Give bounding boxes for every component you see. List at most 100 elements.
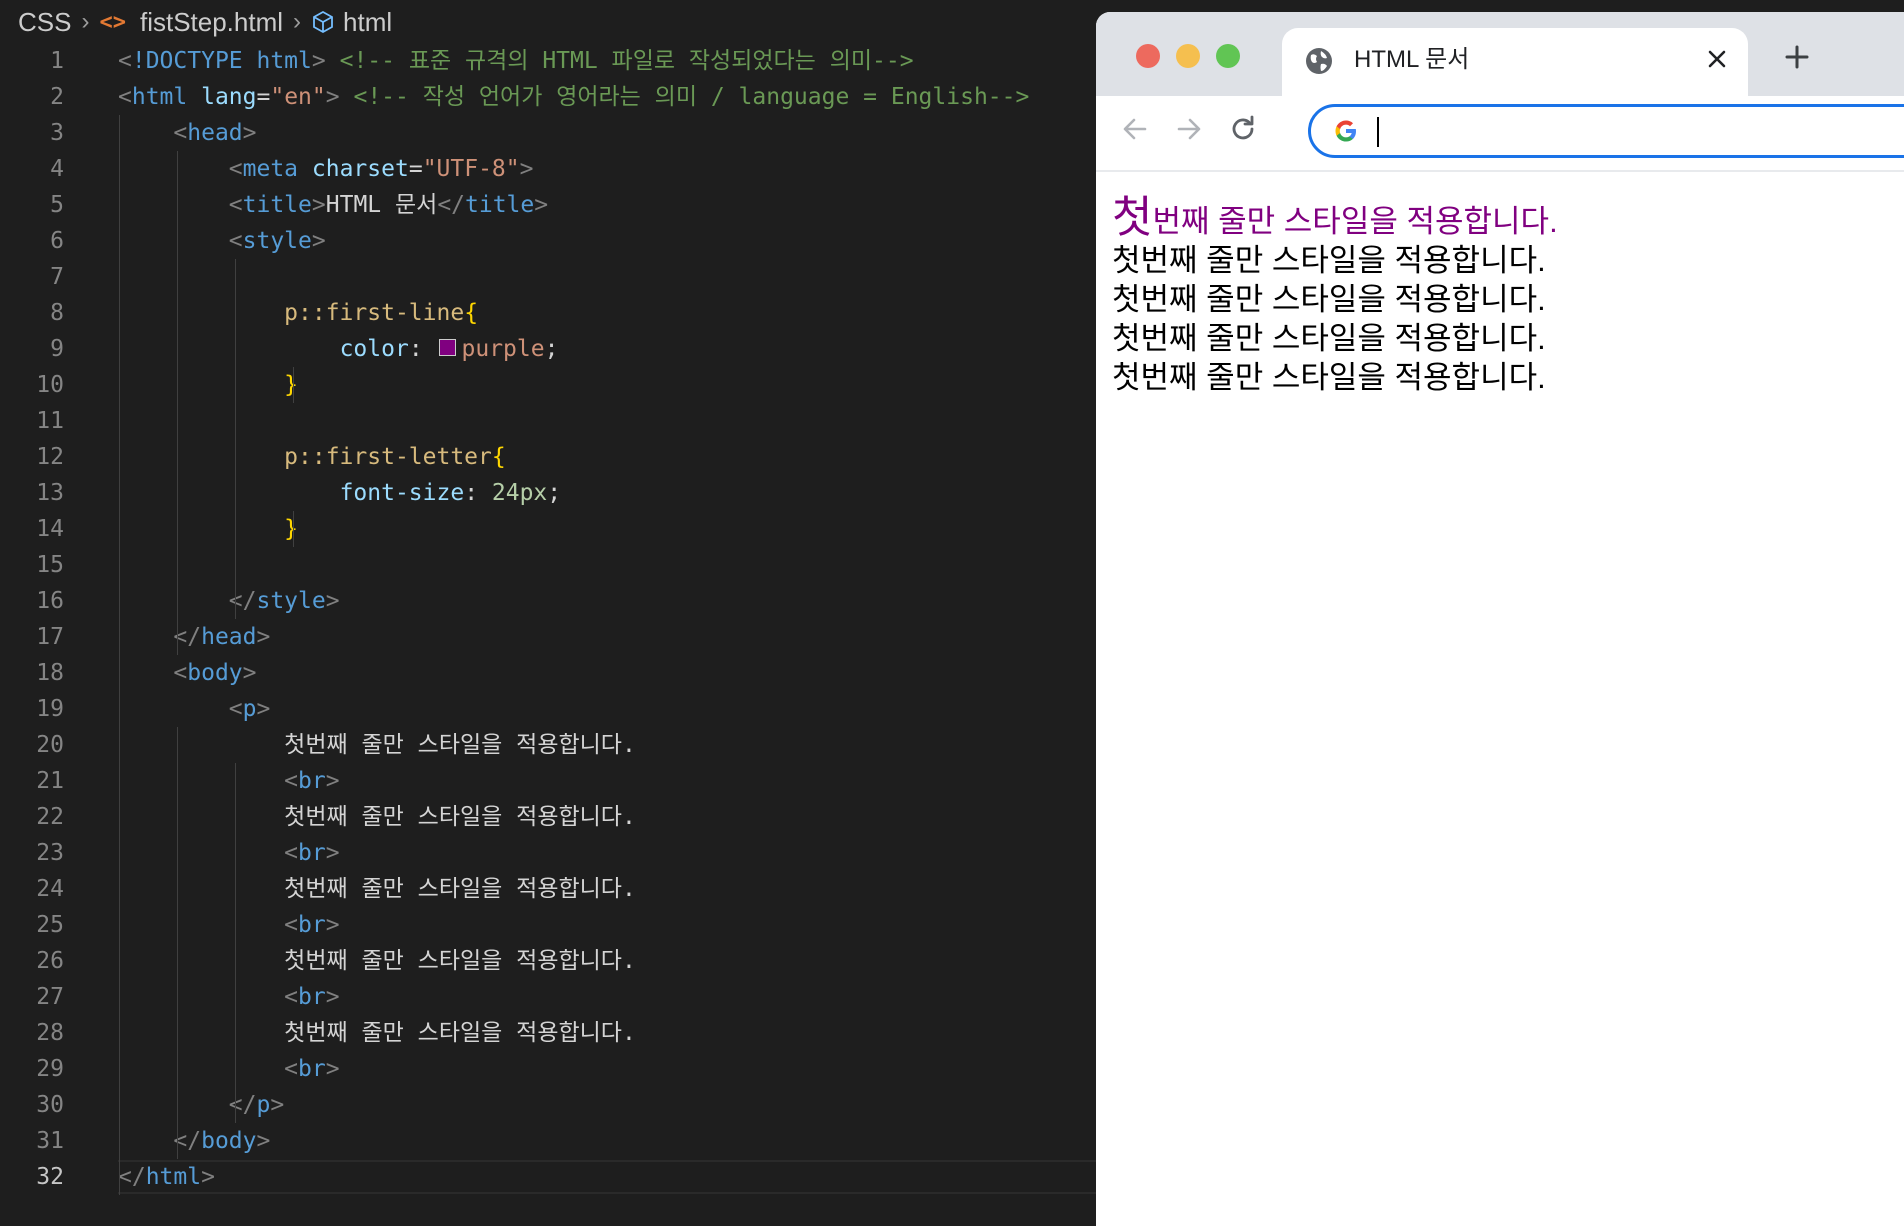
code-line: 7 <box>0 259 1096 295</box>
tag-name: br <box>298 840 326 866</box>
attr-name: charset <box>311 156 409 182</box>
tag-name: br <box>298 768 326 794</box>
code-line: 10 } <box>0 367 1096 403</box>
line-number: 27 <box>36 984 64 1010</box>
code-line: 23 <br> <box>0 835 1096 871</box>
tag-name: html <box>131 84 188 110</box>
line-number: 7 <box>50 264 64 290</box>
css-value: purple <box>461 336 545 362</box>
code-line: 18 <body> <box>0 655 1096 691</box>
line-number: 16 <box>36 588 64 614</box>
line-number: 18 <box>36 660 64 686</box>
tag-name: style <box>242 228 312 254</box>
line-number: 29 <box>36 1056 64 1082</box>
code-line: 5 <title>HTML 문서</title> <box>0 187 1096 223</box>
tag-name: meta <box>242 156 299 182</box>
color-swatch[interactable] <box>438 339 456 356</box>
breadcrumb-symbol[interactable]: html <box>343 7 392 38</box>
close-icon[interactable] <box>1706 48 1728 74</box>
code-line: 8 p::first-line{ <box>0 295 1096 331</box>
code-editor[interactable]: CSS › <> fistStep.html › html 1 <!DOCTYPE… <box>0 0 1096 1226</box>
line-number: 32 <box>36 1164 64 1190</box>
code-line: 2 <html lang="en"> <!-- 작성 언어가 영어라는 의미 / … <box>0 79 1096 115</box>
code-line: 29 <br> <box>0 1051 1096 1087</box>
code-line: 22 첫번째 줄만 스타일을 적용합니다. <box>0 799 1096 835</box>
code-line: 24 첫번째 줄만 스타일을 적용합니다. <box>0 871 1096 907</box>
tag-name: title <box>242 192 312 218</box>
text-cursor <box>1377 117 1379 147</box>
code-line: 27 <br> <box>0 979 1096 1015</box>
line-number: 30 <box>36 1092 64 1118</box>
paragraph-line: 첫번째 줄만 스타일을 적용합니다. <box>1112 360 1546 395</box>
tab-html-document[interactable]: HTML 문서 <box>1282 28 1748 96</box>
line-number: 8 <box>50 300 64 326</box>
first-letter: 첫 <box>1112 193 1153 242</box>
line-number: 13 <box>36 480 64 506</box>
line-number: 2 <box>50 84 64 110</box>
css-property: color <box>339 336 409 362</box>
code-line: 11 <box>0 403 1096 439</box>
line-number: 1 <box>50 48 64 74</box>
line-number: 6 <box>50 228 64 254</box>
indent-guide <box>235 259 236 619</box>
forward-icon[interactable] <box>1174 114 1204 148</box>
code-line: 21 <br> <box>0 763 1096 799</box>
breadcrumb-folder[interactable]: CSS <box>18 7 71 38</box>
tag-name: html <box>145 1164 202 1190</box>
code-line: 30 </p> <box>0 1087 1096 1123</box>
line-number: 25 <box>36 912 64 938</box>
breadcrumb-file[interactable]: fistStep.html <box>140 7 283 38</box>
code-line: 20 첫번째 줄만 스타일을 적용합니다. <box>0 727 1096 763</box>
google-icon <box>1333 118 1359 148</box>
code-line: 3 <head> <box>0 115 1096 151</box>
code-line: 28 첫번째 줄만 스타일을 적용합니다. <box>0 1015 1096 1051</box>
code-line: 1 <!DOCTYPE html> <!-- 표준 규격의 HTML 파일로 작성… <box>0 43 1096 79</box>
line-number: 14 <box>36 516 64 542</box>
tab-strip: HTML 문서 <box>1096 12 1904 96</box>
code-comment: <!-- 작성 언어가 영어라는 의미 / language = English… <box>353 84 1030 110</box>
reload-icon[interactable] <box>1228 114 1258 148</box>
plus-icon[interactable] <box>1784 44 1810 74</box>
browser-toolbar <box>1096 96 1904 172</box>
code-line: 16 </style> <box>0 583 1096 619</box>
css-value: 24px <box>491 480 548 506</box>
paragraph-line: 첫번째 줄만 스타일을 적용합니다. <box>1112 243 1546 278</box>
address-bar[interactable] <box>1308 104 1904 158</box>
indent-guide <box>177 727 178 1159</box>
brace: { <box>464 300 479 326</box>
code-line: 13 font-size: 24px; <box>0 475 1096 511</box>
maximize-window-button[interactable] <box>1216 44 1240 68</box>
line-number: 15 <box>36 552 64 578</box>
code-comment: <!-- 표준 규격의 HTML 파일로 작성되었다는 의미--> <box>339 48 914 74</box>
paragraph-text: 첫번째 줄만 스타일을 적용합니다. <box>284 876 636 902</box>
code-area[interactable]: 1 <!DOCTYPE html> <!-- 표준 규격의 HTML 파일로 작성… <box>0 43 1096 1195</box>
code-line: 12 p::first-letter{ <box>0 439 1096 475</box>
line-number: 11 <box>36 408 64 434</box>
indent-guide <box>177 151 178 655</box>
code-line: 26 첫번째 줄만 스타일을 적용합니다. <box>0 943 1096 979</box>
line-number: 5 <box>50 192 64 218</box>
page-content: 첫번째 줄만 스타일을 적용합니다. 첫번째 줄만 스타일을 적용합니다. 첫번… <box>1112 196 1558 397</box>
line-number: 31 <box>36 1128 64 1154</box>
indent-guide <box>235 763 236 1123</box>
code-line: 25 <br> <box>0 907 1096 943</box>
line-number: 19 <box>36 696 64 722</box>
close-window-button[interactable] <box>1136 44 1160 68</box>
tab-title: HTML 문서 <box>1354 46 1470 73</box>
doctype: !DOCTYPE html <box>131 48 312 74</box>
attr-value: "UTF-8" <box>422 156 520 182</box>
code-line: 15 <box>0 547 1096 583</box>
code-line: 6 <style> <box>0 223 1096 259</box>
minimize-window-button[interactable] <box>1176 44 1200 68</box>
back-icon[interactable] <box>1120 114 1150 148</box>
chevron-right-icon: › <box>81 8 90 35</box>
paragraph-line: 첫번째 줄만 스타일을 적용합니다. <box>1112 282 1546 317</box>
code-line: 19 <p> <box>0 691 1096 727</box>
indent-guide <box>293 367 294 403</box>
first-line-rest: 번째 줄만 스타일을 적용합니다. <box>1152 204 1558 239</box>
paragraph-line: 첫번째 줄만 스타일을 적용합니다. <box>1112 321 1546 356</box>
css-property: font-size <box>339 480 465 506</box>
css-selector: p::first-line <box>284 300 465 326</box>
attr-name: lang <box>201 84 257 110</box>
brace: } <box>284 516 299 542</box>
